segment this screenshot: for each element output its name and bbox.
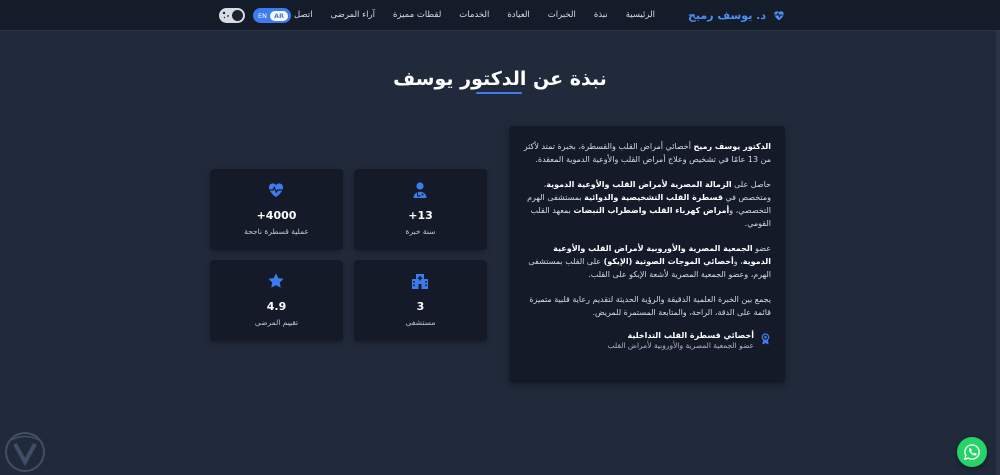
language-toggle[interactable]: EN AR (253, 8, 291, 23)
stat-card-experience: +13 سنة خبرة (354, 169, 487, 250)
nav-services[interactable]: الخدمات (459, 10, 489, 20)
nav-highlights[interactable]: لقطات مميزة (393, 10, 441, 20)
stat-label: مستشفى (405, 318, 436, 327)
whatsapp-button[interactable] (957, 437, 987, 467)
heart-pulse-icon (774, 11, 784, 21)
brand[interactable]: د. يوسف رميح (688, 8, 786, 22)
stat-card-operations: +4000 عملية قسطرة ناجحة (210, 169, 343, 250)
bio-name: الدكتور يوسف رميح (693, 142, 771, 151)
bio-highlight: أخصائي الموجات الصوتية (الإيكو) (603, 257, 734, 266)
nav-about[interactable]: نبذة (594, 10, 608, 20)
bio-paragraph-1: الدكتور يوسف رميح أخصائي أمراض القلب وال… (523, 140, 771, 166)
stat-label: سنة خبرة (405, 227, 436, 236)
scrollbar-track[interactable] (996, 31, 1000, 475)
bio-paragraph-2: حاصل على الزمالة المصرية لأمراض القلب وا… (523, 178, 771, 230)
role-title: أخصائي قسطرة القلب التداخلية (627, 331, 754, 340)
moon-icon (232, 10, 243, 21)
bio-role: أخصائي قسطرة القلب التداخلية عضو الجمعية… (523, 331, 771, 350)
bio-text: ، و (733, 257, 743, 266)
stat-value: 4.9 (266, 300, 287, 313)
lang-en-option[interactable]: EN (256, 12, 267, 20)
stars-icon (222, 11, 229, 19)
stat-label: تقييم المرضى (254, 318, 299, 327)
doctor-icon (413, 182, 427, 198)
role-subtitle: عضو الجمعية المصرية والأوروبية لأمراض ال… (607, 341, 755, 350)
stat-card-rating: 4.9 تقييم المرضى (210, 260, 343, 341)
bio-paragraph-4: يجمع بين الخبرة العلمية الدقيقة والرؤية … (529, 295, 771, 317)
hospital-icon (412, 274, 428, 289)
whatsapp-icon (963, 444, 980, 461)
nav-testimonials[interactable]: آراء المرضى (331, 10, 375, 20)
nav-home[interactable]: الرئيسية (626, 10, 655, 20)
bio-text: حاصل على (731, 180, 771, 189)
bio-card: الدكتور يوسف رميح أخصائي أمراض القلب وال… (509, 126, 785, 383)
role-text: أخصائي قسطرة القلب التداخلية عضو الجمعية… (608, 331, 755, 350)
bio-highlight: قسطرة القلب التشخيصية والدوائية (584, 193, 723, 202)
bio-paragraph-3: عضو الجمعية المصرية والأوروبية لأمراض ال… (523, 242, 771, 281)
logo-watermark-icon (5, 432, 45, 472)
award-icon (761, 333, 770, 345)
stat-label: عملية قسطرة ناجحة (244, 227, 309, 236)
stat-value: +13 (408, 209, 433, 222)
heartbeat-icon (268, 183, 284, 197)
bio-text: عضو (752, 244, 771, 253)
stat-card-hospitals: 3 مستشفى (354, 260, 487, 341)
nav-menu: الرئيسية نبذة الخبرات العيادة الخدمات لق… (284, 10, 655, 20)
bio-highlight: أمراض كهرباء القلب واضطراب النبضات (573, 206, 730, 215)
bio-highlight: الزمالة المصرية لأمراض القلب والأوعية ال… (546, 180, 732, 189)
lang-ar-option[interactable]: AR (269, 10, 288, 21)
section-title: نبذة عن الدكتور يوسف (393, 68, 607, 90)
stat-value: 3 (416, 300, 425, 313)
nav-clinic[interactable]: العيادة (507, 10, 529, 20)
theme-toggle[interactable] (219, 8, 245, 23)
navbar: د. يوسف رميح الرئيسية نبذة الخبرات العيا… (0, 0, 1000, 31)
brand-name: د. يوسف رميح (688, 8, 766, 22)
nav-experience[interactable]: الخبرات (548, 10, 576, 20)
title-underline (476, 92, 522, 94)
star-icon (268, 273, 284, 288)
stat-value: +4000 (256, 209, 297, 222)
